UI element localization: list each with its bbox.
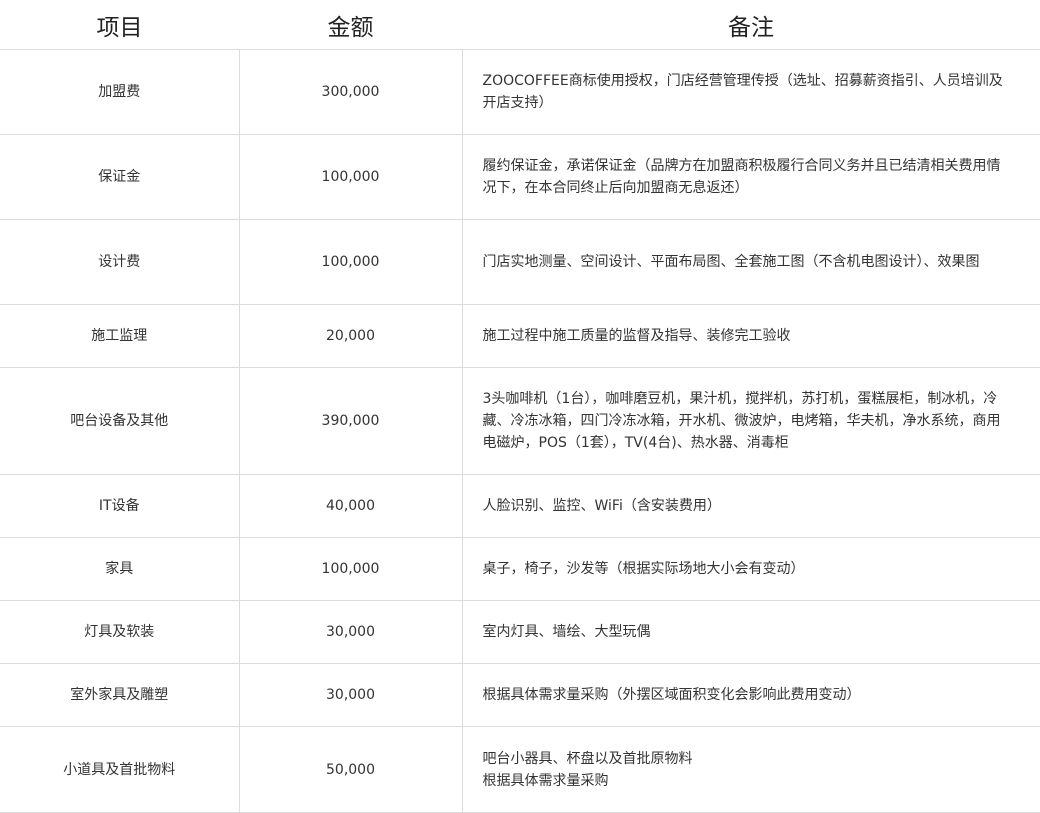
amount-cell: 390,000 bbox=[238, 367, 462, 475]
amount-cell: 20,000 bbox=[238, 304, 462, 368]
item-cell: 吧台设备及其他 bbox=[0, 367, 239, 475]
table-row: 室外家具及雕塑 30,000 根据具体需求量采购（外摆区域面积变化会影响此费用变… bbox=[0, 663, 1040, 727]
franchise-fee-table: 项目 金额 备注 加盟费 300,000 ZOOCOFFEE商标使用授权，门店经… bbox=[0, 0, 1040, 813]
amount-cell: 100,000 bbox=[238, 134, 462, 220]
item-cell: 小道具及首批物料 bbox=[0, 726, 239, 813]
table-header-row: 项目 金额 备注 bbox=[0, 0, 1040, 50]
table-row: IT设备 40,000 人脸识别、监控、WiFi（含安装费用） bbox=[0, 474, 1040, 538]
note-cell: 门店实地测量、空间设计、平面布局图、全套施工图（不含机电图设计）、效果图 bbox=[461, 219, 1040, 305]
note-cell: 室内灯具、墙绘、大型玩偶 bbox=[461, 600, 1040, 664]
item-cell: 加盟费 bbox=[0, 49, 239, 135]
amount-cell: 300,000 bbox=[238, 49, 462, 135]
amount-cell: 50,000 bbox=[238, 726, 462, 813]
table-row: 施工监理 20,000 施工过程中施工质量的监督及指导、装修完工验收 bbox=[0, 304, 1040, 368]
note-line: 根据具体需求量采购 bbox=[482, 772, 609, 789]
item-cell: 施工监理 bbox=[0, 304, 239, 368]
header-amount: 金额 bbox=[239, 0, 462, 50]
amount-cell: 30,000 bbox=[238, 663, 462, 727]
note-cell: 桌子，椅子，沙发等（根据实际场地大小会有变动） bbox=[461, 537, 1040, 601]
header-note: 备注 bbox=[462, 0, 1040, 50]
table-row: 设计费 100,000 门店实地测量、空间设计、平面布局图、全套施工图（不含机电… bbox=[0, 219, 1040, 305]
table-row: 家具 100,000 桌子，椅子，沙发等（根据实际场地大小会有变动） bbox=[0, 537, 1040, 601]
note-line: 吧台小器具、杯盘以及首批原物料 bbox=[482, 750, 693, 767]
note-cell: ZOOCOFFEE商标使用授权，门店经营管理传授（选址、招募薪资指引、人员培训及… bbox=[461, 49, 1040, 135]
table-row: 小道具及首批物料 50,000 吧台小器具、杯盘以及首批原物料 根据具体需求量采… bbox=[0, 726, 1040, 813]
note-cell: 吧台小器具、杯盘以及首批原物料 根据具体需求量采购 bbox=[461, 726, 1040, 813]
amount-cell: 100,000 bbox=[238, 219, 462, 305]
note-cell: 人脸识别、监控、WiFi（含安装费用） bbox=[461, 474, 1040, 538]
note-cell: 履约保证金，承诺保证金（品牌方在加盟商积极履行合同义务并且已结清相关费用情况下，… bbox=[461, 134, 1040, 220]
note-cell: 3头咖啡机（1台），咖啡磨豆机，果汁机，搅拌机，苏打机，蛋糕展柜，制冰机，冷藏、… bbox=[461, 367, 1040, 475]
item-cell: 灯具及软装 bbox=[0, 600, 239, 664]
table-row: 吧台设备及其他 390,000 3头咖啡机（1台），咖啡磨豆机，果汁机，搅拌机，… bbox=[0, 367, 1040, 475]
table-row: 加盟费 300,000 ZOOCOFFEE商标使用授权，门店经营管理传授（选址、… bbox=[0, 49, 1040, 135]
note-cell: 根据具体需求量采购（外摆区域面积变化会影响此费用变动） bbox=[461, 663, 1040, 727]
table-row: 保证金 100,000 履约保证金，承诺保证金（品牌方在加盟商积极履行合同义务并… bbox=[0, 134, 1040, 220]
item-cell: 室外家具及雕塑 bbox=[0, 663, 239, 727]
note-cell: 施工过程中施工质量的监督及指导、装修完工验收 bbox=[461, 304, 1040, 368]
table-row: 灯具及软装 30,000 室内灯具、墙绘、大型玩偶 bbox=[0, 600, 1040, 664]
item-cell: IT设备 bbox=[0, 474, 239, 538]
item-cell: 设计费 bbox=[0, 219, 239, 305]
amount-cell: 40,000 bbox=[238, 474, 462, 538]
amount-cell: 100,000 bbox=[238, 537, 462, 601]
amount-cell: 30,000 bbox=[238, 600, 462, 664]
item-cell: 保证金 bbox=[0, 134, 239, 220]
item-cell: 家具 bbox=[0, 537, 239, 601]
header-item: 项目 bbox=[0, 0, 239, 50]
